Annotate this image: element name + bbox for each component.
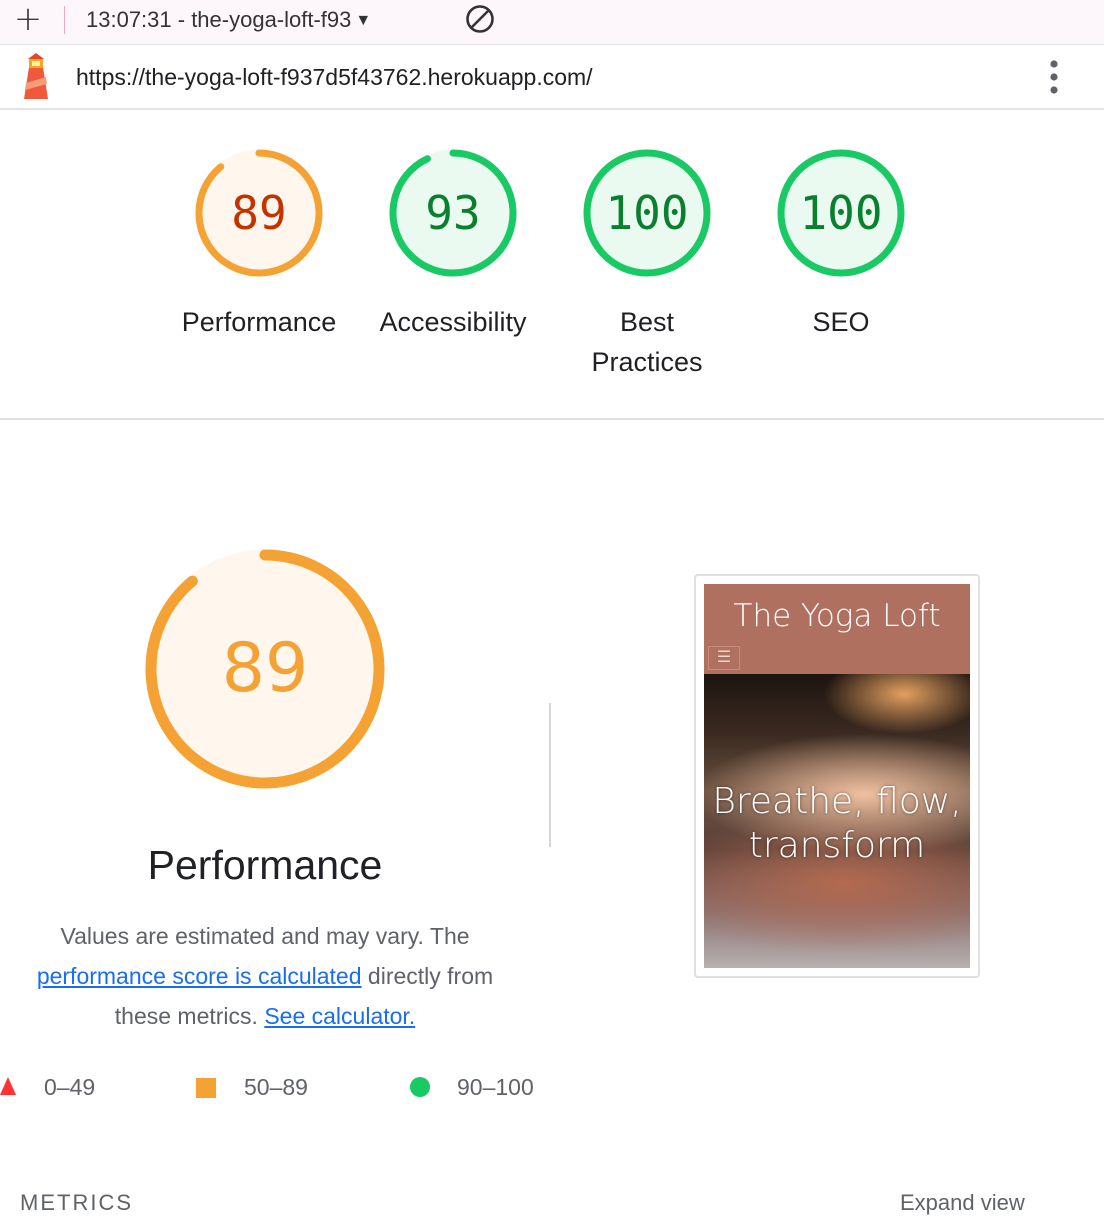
expand-view-toggle[interactable]: Expand view xyxy=(900,1190,1025,1216)
report-url[interactable]: https://the-yoga-loft-f937d5f43762.herok… xyxy=(76,63,593,91)
toolbar-divider xyxy=(64,6,65,34)
screenshot-content: The Yoga Loft ☰ Breathe, flow, transform xyxy=(704,584,970,968)
fail-triangle-icon xyxy=(0,1077,16,1095)
performance-big-score: 89 xyxy=(221,629,309,708)
gauge-label: Best Practices xyxy=(591,307,703,377)
vertical-divider xyxy=(549,703,551,847)
gauge-best-practices[interactable]: 100 Best Practices xyxy=(557,148,737,382)
score-legend: 0–49 50–89 90–100 xyxy=(0,1070,560,1104)
score-gauges: 89 Performance 93 Accessibility 100 Best Pr… xyxy=(0,110,1104,420)
gauge-score: 100 xyxy=(605,186,689,240)
legend-fail-range: 0–49 xyxy=(44,1074,96,1100)
url-bar: https://the-yoga-loft-f937d5f43762.herok… xyxy=(0,45,1104,110)
report-toolbar: + 13:07:31 - the-yoga-loft-f93 ▼ xyxy=(0,0,1104,45)
final-screenshot[interactable]: The Yoga Loft ☰ Breathe, flow, transform xyxy=(694,574,980,978)
gauge-seo[interactable]: 100 SEO xyxy=(751,148,931,342)
gauge-score: 93 xyxy=(425,186,481,240)
lighthouse-logo xyxy=(24,53,48,99)
site-tagline: Breathe, flow, transform xyxy=(712,781,962,866)
pass-circle-icon xyxy=(410,1077,430,1097)
report-selector-label: 13:07:31 - the-yoga-loft-f93 xyxy=(86,7,352,32)
gauge-score: 89 xyxy=(231,186,287,240)
block-icon[interactable] xyxy=(464,3,496,35)
gauge-accessibility[interactable]: 93 Accessibility xyxy=(363,148,543,342)
performance-section: 89 Performance Values are estimated and … xyxy=(0,420,1104,1215)
site-header: The Yoga Loft ☰ xyxy=(704,584,970,674)
performance-description: Values are estimated and may vary. The p… xyxy=(10,916,520,1036)
kebab-menu-icon[interactable] xyxy=(1044,59,1064,95)
performance-title: Performance xyxy=(147,842,383,888)
score-calculated-link[interactable]: performance score is calculated xyxy=(37,963,362,989)
gauge-label: SEO xyxy=(812,307,870,337)
site-brand: The Yoga Loft xyxy=(733,598,941,634)
report-selector[interactable]: 13:07:31 - the-yoga-loft-f93 ▼ xyxy=(86,6,371,34)
caret-down-icon: ▼ xyxy=(355,12,372,29)
hamburger-icon: ☰ xyxy=(708,646,740,670)
desc-text-1: Values are estimated and may vary. The xyxy=(60,923,470,949)
metrics-heading: METRICS xyxy=(20,1190,133,1215)
gauge-label: Performance xyxy=(181,307,337,337)
gauge-score: 100 xyxy=(799,186,883,240)
average-square-icon xyxy=(196,1078,216,1098)
gauge-label: Accessibility xyxy=(379,307,527,337)
plus-icon[interactable]: + xyxy=(12,2,44,36)
legend-pass-range: 90–100 xyxy=(457,1074,534,1100)
site-hero-image: Breathe, flow, transform xyxy=(704,674,970,968)
see-calculator-link[interactable]: See calculator. xyxy=(264,1003,415,1029)
gauge-performance[interactable]: 89 Performance xyxy=(169,148,349,342)
legend-average-range: 50–89 xyxy=(244,1074,308,1100)
